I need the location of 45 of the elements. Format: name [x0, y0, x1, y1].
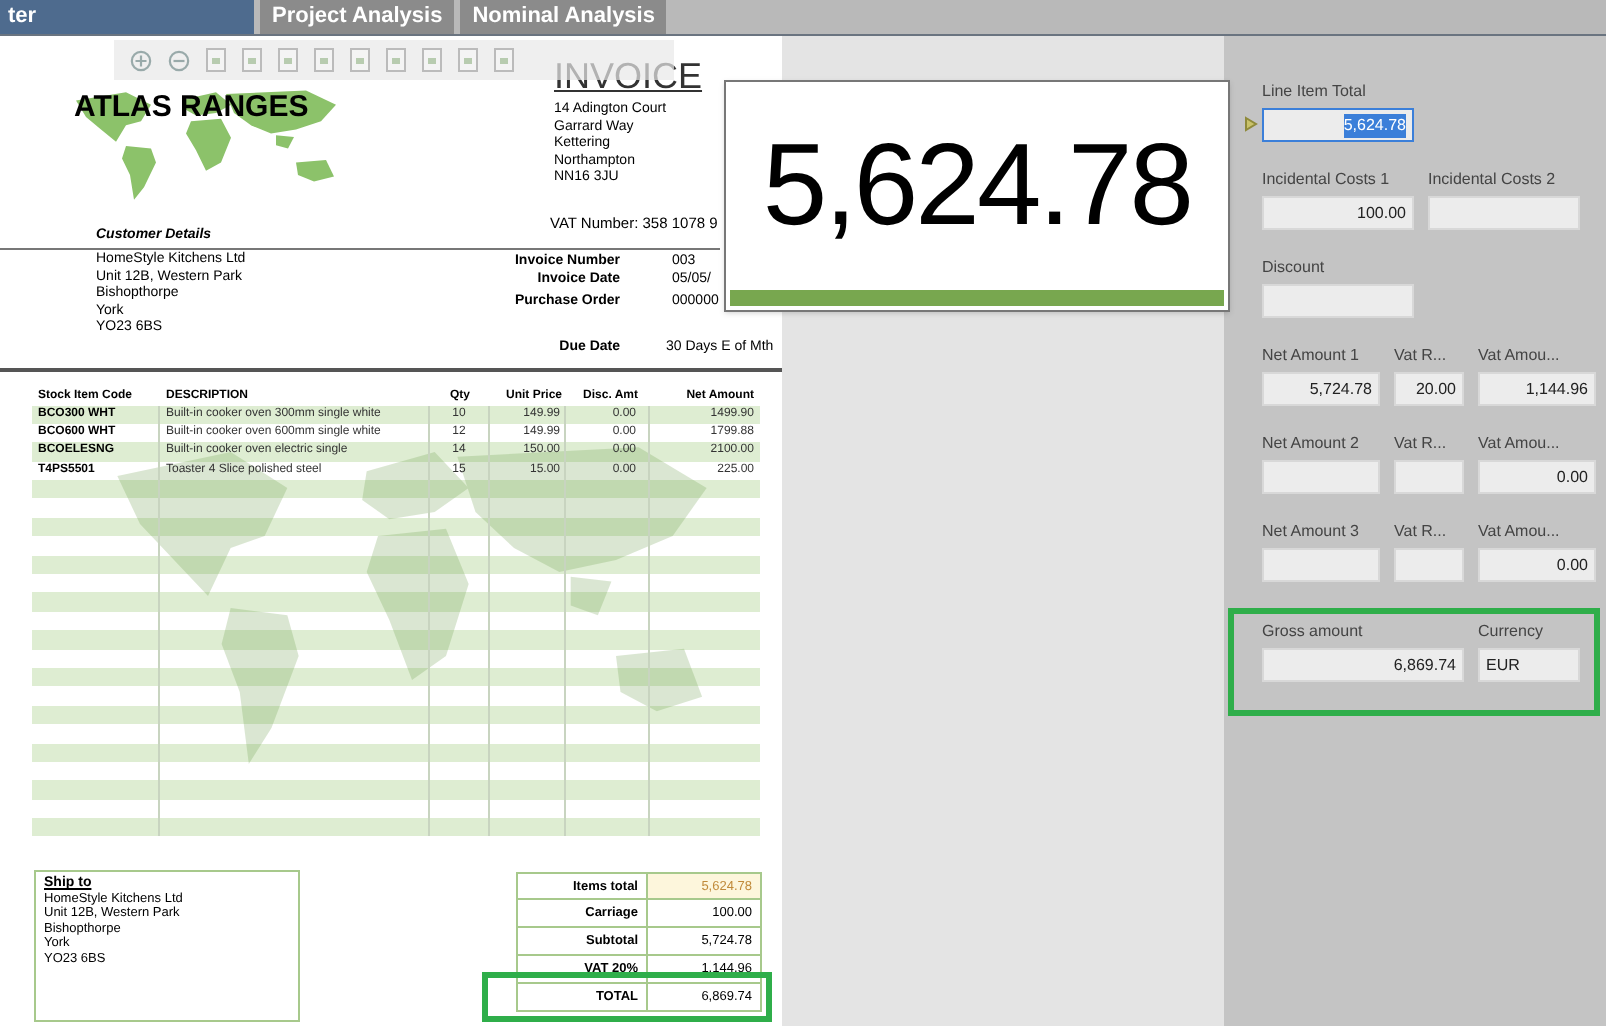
field-label: Gross amount — [1262, 622, 1365, 642]
document-title: INVOICE — [554, 56, 703, 96]
page-icon[interactable] — [386, 48, 406, 72]
input-field[interactable] — [1394, 548, 1464, 582]
page-icon[interactable] — [278, 48, 298, 72]
page-icon[interactable] — [422, 48, 442, 72]
pointer-icon — [1244, 116, 1258, 132]
field-label: Net Amount 1 — [1262, 346, 1361, 366]
page-icon[interactable] — [458, 48, 478, 72]
input-field[interactable]: 5,624.78 — [1262, 108, 1414, 142]
field-label: Vat R... — [1394, 346, 1449, 366]
input-field[interactable] — [1262, 284, 1414, 318]
field-label: Line Item Total — [1262, 82, 1368, 102]
input-field[interactable]: 0.00 — [1478, 548, 1596, 582]
field-label: Vat R... — [1394, 522, 1449, 542]
input-field[interactable]: 0.00 — [1478, 460, 1596, 494]
field-label: Incidental Costs 1 — [1262, 170, 1392, 190]
large-value: 5,624.78 — [760, 118, 1194, 254]
field-label: Net Amount 3 — [1262, 522, 1361, 542]
field-label: Incidental Costs 2 — [1428, 170, 1558, 190]
field-label: Vat Amou... — [1478, 434, 1562, 454]
input-field[interactable]: EUR — [1478, 648, 1580, 682]
zoom-out-icon[interactable] — [168, 49, 190, 71]
page-icon[interactable] — [494, 48, 514, 72]
input-field[interactable] — [1262, 548, 1380, 582]
page-icon[interactable] — [206, 48, 226, 72]
input-field[interactable] — [1428, 196, 1580, 230]
input-field[interactable] — [1262, 460, 1380, 494]
tab[interactable]: ter — [0, 0, 254, 34]
field-label: Net Amount 2 — [1262, 434, 1361, 454]
page-icon[interactable] — [350, 48, 370, 72]
field-label: Discount — [1262, 258, 1327, 278]
input-field[interactable]: 100.00 — [1262, 196, 1414, 230]
input-field[interactable]: 20.00 — [1394, 372, 1464, 406]
zoom-in-icon[interactable] — [130, 49, 152, 71]
page-icon[interactable] — [314, 48, 334, 72]
field-label: Vat Amou... — [1478, 346, 1562, 366]
input-field[interactable]: 1,144.96 — [1478, 372, 1596, 406]
field-label: Vat R... — [1394, 434, 1449, 454]
input-field[interactable]: 6,869.74 — [1262, 648, 1464, 682]
field-label: Vat Amou... — [1478, 522, 1562, 542]
input-field[interactable] — [1394, 460, 1464, 494]
input-field[interactable]: 5,724.78 — [1262, 372, 1380, 406]
page-icon[interactable] — [242, 48, 262, 72]
field-label: Currency — [1478, 622, 1545, 642]
